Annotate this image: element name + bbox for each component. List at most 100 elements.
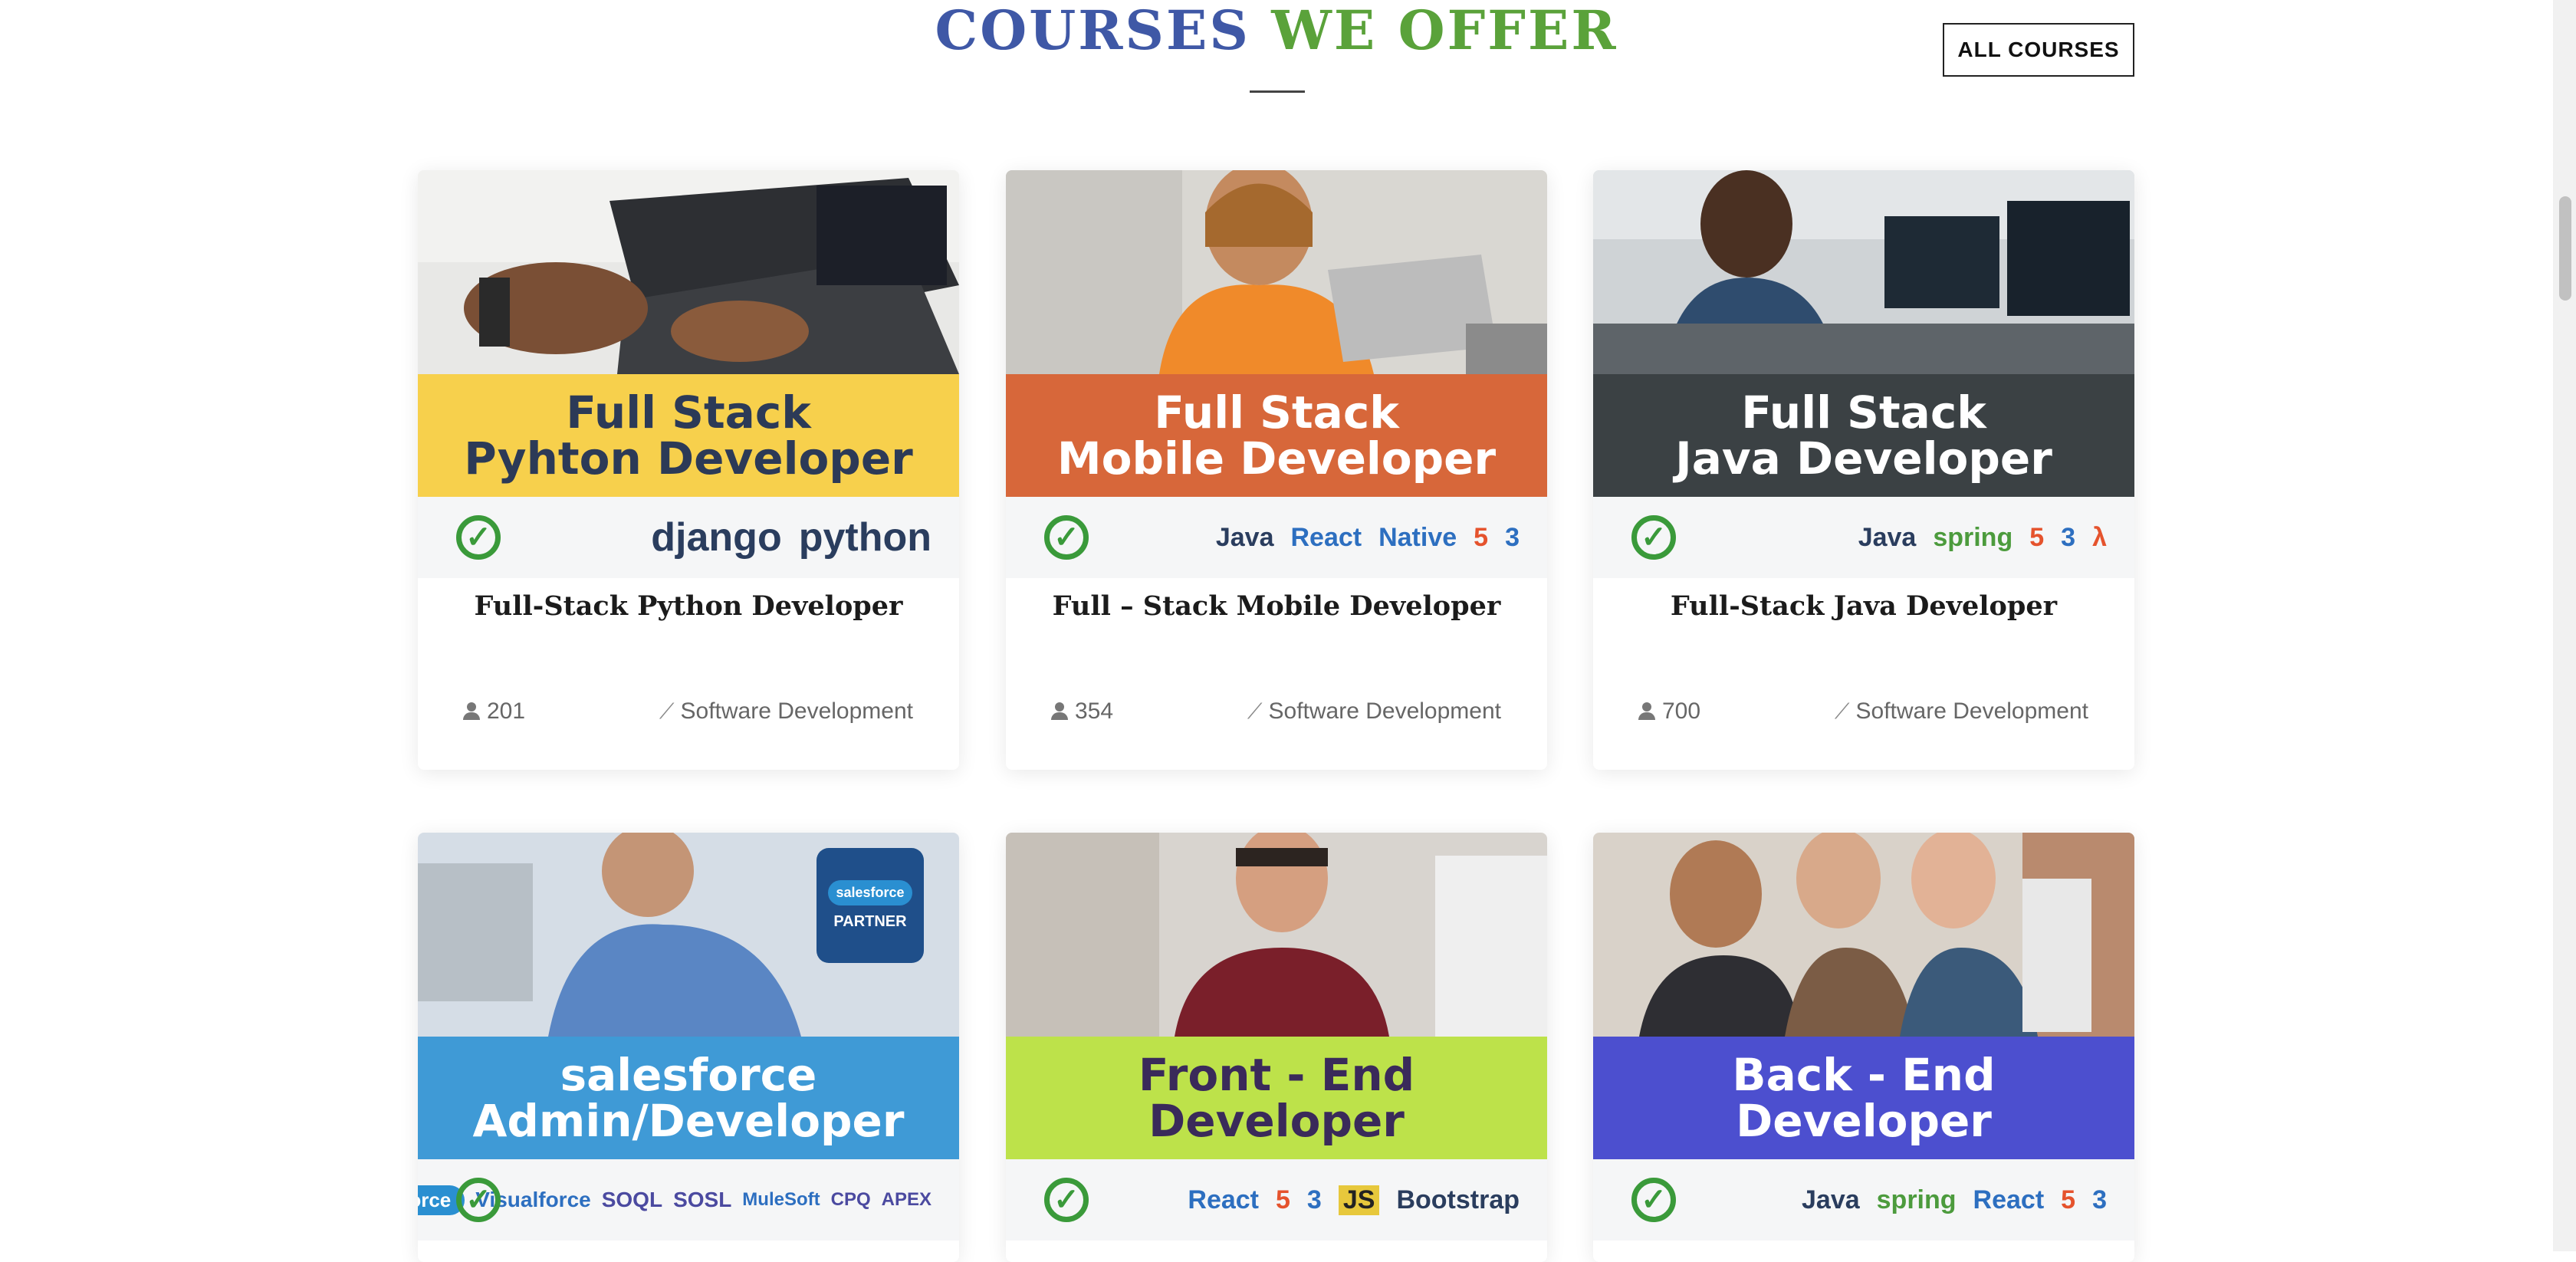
- course-category[interactable]: ⟋ Software Development: [1247, 698, 1501, 725]
- title-divider: [1250, 90, 1305, 93]
- react-logo: React: [1188, 1185, 1259, 1214]
- course-card[interactable]: salesforce PARTNER salesforce Admin/Deve…: [418, 833, 959, 1262]
- css3-logo: 3: [2061, 522, 2076, 552]
- django-logo: django: [651, 515, 782, 560]
- student-count-value: 354: [1075, 698, 1114, 724]
- course-banner: Front - End Developer: [1006, 1037, 1547, 1159]
- check-icon: ✓: [456, 1178, 501, 1222]
- course-card[interactable]: Full Stack Java Developer ✓ Java spring …: [1593, 170, 2134, 770]
- banner-line-2: Developer: [1736, 1095, 1992, 1147]
- check-icon: ✓: [456, 515, 501, 560]
- course-meta: 201 ⟋ Software Development: [462, 696, 913, 727]
- java-logo: Java: [1802, 1185, 1860, 1214]
- tech-logos: ✓ Java spring 5 3 λ: [1593, 497, 2134, 578]
- mulesoft-logo: MuleSoft: [742, 1189, 820, 1210]
- banner-line-1: salesforce: [560, 1049, 817, 1101]
- course-banner: Full Stack Java Developer: [1593, 374, 2134, 497]
- banner-line-2: Admin/Developer: [472, 1095, 905, 1147]
- check-icon: ✓: [1044, 515, 1089, 560]
- category-label[interactable]: Software Development: [1856, 698, 2089, 725]
- cpq-logo: CPQ: [830, 1189, 871, 1210]
- html5-logo: 5: [1474, 522, 1489, 552]
- student-count: 201: [462, 698, 525, 725]
- lambda-logo: λ: [2092, 522, 2107, 552]
- course-thumbnail[interactable]: Full Stack Java Developer ✓ Java spring …: [1593, 170, 2134, 578]
- course-thumbnail[interactable]: Back - End Developer ✓ Java spring React…: [1593, 833, 2134, 1241]
- sosl-logo: SOSL: [673, 1188, 732, 1211]
- apex-logo: APEX: [881, 1189, 932, 1210]
- tag-icon: ⟋: [1247, 698, 1263, 723]
- banner-line-2: Mobile Developer: [1056, 432, 1497, 485]
- course-banner: salesforce Admin/Developer: [418, 1037, 959, 1159]
- course-card[interactable]: Full Stack Mobile Developer ✓ Java React…: [1006, 170, 1547, 770]
- python-logo: python: [798, 515, 932, 560]
- course-category[interactable]: ⟋ Software Development: [659, 698, 913, 725]
- category-label[interactable]: Software Development: [1269, 698, 1502, 725]
- check-icon: ✓: [1044, 1178, 1089, 1222]
- course-photo: [1006, 833, 1547, 1037]
- css3-logo: 3: [1306, 1185, 1322, 1214]
- user-icon: [1050, 702, 1069, 721]
- course-meta: 700 ⟋ Software Development: [1638, 696, 2088, 727]
- course-thumbnail[interactable]: Full Stack Pyhton Developer ✓ django pyt…: [418, 170, 959, 578]
- react-logo: React: [1973, 1185, 2045, 1214]
- all-courses-button[interactable]: ALL COURSES: [1943, 23, 2134, 77]
- title-word-courses: COURSES: [935, 0, 1250, 62]
- badge-label: PARTNER: [833, 913, 907, 930]
- course-card[interactable]: Full Stack Pyhton Developer ✓ django pyt…: [418, 170, 959, 770]
- tech-logos: ✓ Java React Native 5 3: [1006, 497, 1547, 578]
- badge-brand: salesforce: [828, 880, 912, 905]
- courses-section: COURSES WE OFFER ALL COURSES Full Stack …: [0, 0, 2553, 1262]
- react-logo: React: [1290, 522, 1362, 552]
- java-logo: Java: [1215, 522, 1274, 552]
- section-title: COURSES WE OFFER: [0, 0, 2553, 69]
- tag-icon: ⟋: [659, 698, 675, 723]
- react-native-logo: Native: [1378, 522, 1457, 552]
- banner-line-2: Developer: [1148, 1095, 1405, 1147]
- html5-logo: 5: [1276, 1185, 1290, 1214]
- java-logo: Java: [1858, 522, 1917, 552]
- category-label[interactable]: Software Development: [681, 698, 914, 725]
- tech-logos: ✓ django python: [418, 497, 959, 578]
- course-thumbnail[interactable]: Front - End Developer ✓ React 5 3 JS Boo…: [1006, 833, 1547, 1241]
- course-meta: 354 ⟋ Software Development: [1050, 696, 1501, 727]
- spring-logo: spring: [1933, 522, 2013, 552]
- course-title[interactable]: Full-Stack Python Developer: [418, 590, 959, 622]
- scrollbar-thumb[interactable]: [2559, 196, 2571, 301]
- course-banner: Full Stack Pyhton Developer: [418, 374, 959, 497]
- soql-logo: SOQL: [601, 1188, 663, 1211]
- course-title[interactable]: Full – Stack Mobile Developer: [1006, 590, 1547, 622]
- tag-icon: ⟋: [1834, 698, 1850, 723]
- html5-logo: 5: [2061, 1185, 2076, 1214]
- banner-line-1: Full Stack: [566, 386, 811, 439]
- student-count: 354: [1050, 698, 1113, 725]
- course-title[interactable]: Full-Stack Java Developer: [1593, 590, 2134, 622]
- tech-logos: ✓ salesforce Visualforce SOQL SOSL MuleS…: [418, 1159, 959, 1241]
- user-icon: [1638, 702, 1656, 721]
- banner-line-2: Pyhton Developer: [464, 432, 913, 485]
- banner-line-1: Back - End: [1732, 1049, 1996, 1101]
- course-photo: [1593, 170, 2134, 374]
- tech-logos: ✓ Java spring React 5 3: [1593, 1159, 2134, 1241]
- course-photo: [1593, 833, 2134, 1037]
- student-count-value: 201: [487, 698, 526, 724]
- student-count: 700: [1638, 698, 1700, 725]
- banner-line-2: Java Developer: [1675, 432, 2052, 485]
- title-word-we-offer: WE OFFER: [1271, 0, 1618, 62]
- banner-line-1: Front - End: [1138, 1049, 1415, 1101]
- course-category[interactable]: ⟋ Software Development: [1835, 698, 2088, 725]
- html5-logo: 5: [2029, 522, 2045, 552]
- course-thumbnail[interactable]: salesforce PARTNER salesforce Admin/Deve…: [418, 833, 959, 1241]
- salesforce-partner-badge: salesforce PARTNER: [816, 850, 924, 961]
- banner-line-1: Full Stack: [1741, 386, 1986, 439]
- css3-logo: 3: [1505, 522, 1520, 552]
- course-card[interactable]: Back - End Developer ✓ Java spring React…: [1593, 833, 2134, 1262]
- banner-line-1: Full Stack: [1154, 386, 1399, 439]
- css3-logo: 3: [2092, 1185, 2107, 1214]
- vertical-scrollbar[interactable]: [2553, 0, 2576, 1251]
- spring-logo: spring: [1876, 1185, 1957, 1214]
- course-thumbnail[interactable]: Full Stack Mobile Developer ✓ Java React…: [1006, 170, 1547, 578]
- user-icon: [462, 702, 481, 721]
- course-photo: [1006, 170, 1547, 374]
- course-card[interactable]: Front - End Developer ✓ React 5 3 JS Boo…: [1006, 833, 1547, 1262]
